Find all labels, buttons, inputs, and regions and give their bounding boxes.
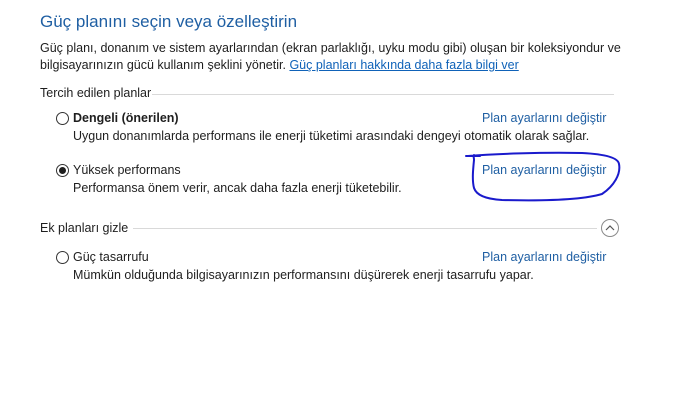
- preferred-plans-label: Tercih edilen planlar: [40, 86, 152, 100]
- preferred-plans-divider: [152, 94, 614, 95]
- plan-high-performance-radio[interactable]: [56, 163, 69, 177]
- learn-more-link[interactable]: Güç planları hakkında daha fazla bilgi v…: [289, 58, 518, 72]
- plan-power-saver-radio[interactable]: [56, 250, 69, 264]
- plan-high-performance-settings-link[interactable]: Plan ayarlarını değiştir: [482, 163, 606, 177]
- plan-power-saver-name[interactable]: Güç tasarrufu: [73, 250, 149, 264]
- preferred-plans-header: Tercih edilen planlar: [40, 86, 151, 100]
- page-description: Güç planı, donanım ve sistem ayarlarında…: [40, 40, 640, 74]
- plan-power-saver-settings-link[interactable]: Plan ayarlarını değiştir: [482, 250, 606, 264]
- additional-plans-header[interactable]: Ek planları gizle: [40, 221, 128, 235]
- plan-balanced-settings-link[interactable]: Plan ayarlarını değiştir: [482, 111, 606, 125]
- power-options-page: Güç planını seçin veya özelleştirin Güç …: [0, 0, 686, 416]
- plan-balanced-radio[interactable]: [56, 111, 69, 125]
- chevron-up-glyph: [605, 225, 615, 231]
- plan-balanced-name[interactable]: Dengeli (önerilen): [73, 111, 179, 125]
- plan-high-performance-name[interactable]: Yüksek performans: [73, 163, 181, 177]
- plan-high-performance-description: Performansa önem verir, ancak daha fazla…: [73, 181, 402, 195]
- page-title: Güç planını seçin veya özelleştirin: [40, 12, 298, 31]
- additional-plans-label[interactable]: Ek planları gizle: [40, 221, 128, 235]
- plan-power-saver-description: Mümkün olduğunda bilgisayarınızın perfor…: [73, 268, 534, 282]
- additional-plans-divider: [133, 228, 597, 229]
- plan-balanced-description: Uygun donanımlarda performans ile enerji…: [73, 129, 590, 143]
- plan-balanced: Dengeli (önerilen) Plan ayarlarını değiş…: [56, 109, 616, 143]
- plan-high-performance: Yüksek performans Plan ayarlarını değişt…: [56, 161, 616, 195]
- radio-selected-dot: [59, 166, 66, 174]
- plan-power-saver: Güç tasarrufu Plan ayarlarını değiştir M…: [56, 248, 616, 282]
- chevron-up-icon[interactable]: [601, 219, 619, 237]
